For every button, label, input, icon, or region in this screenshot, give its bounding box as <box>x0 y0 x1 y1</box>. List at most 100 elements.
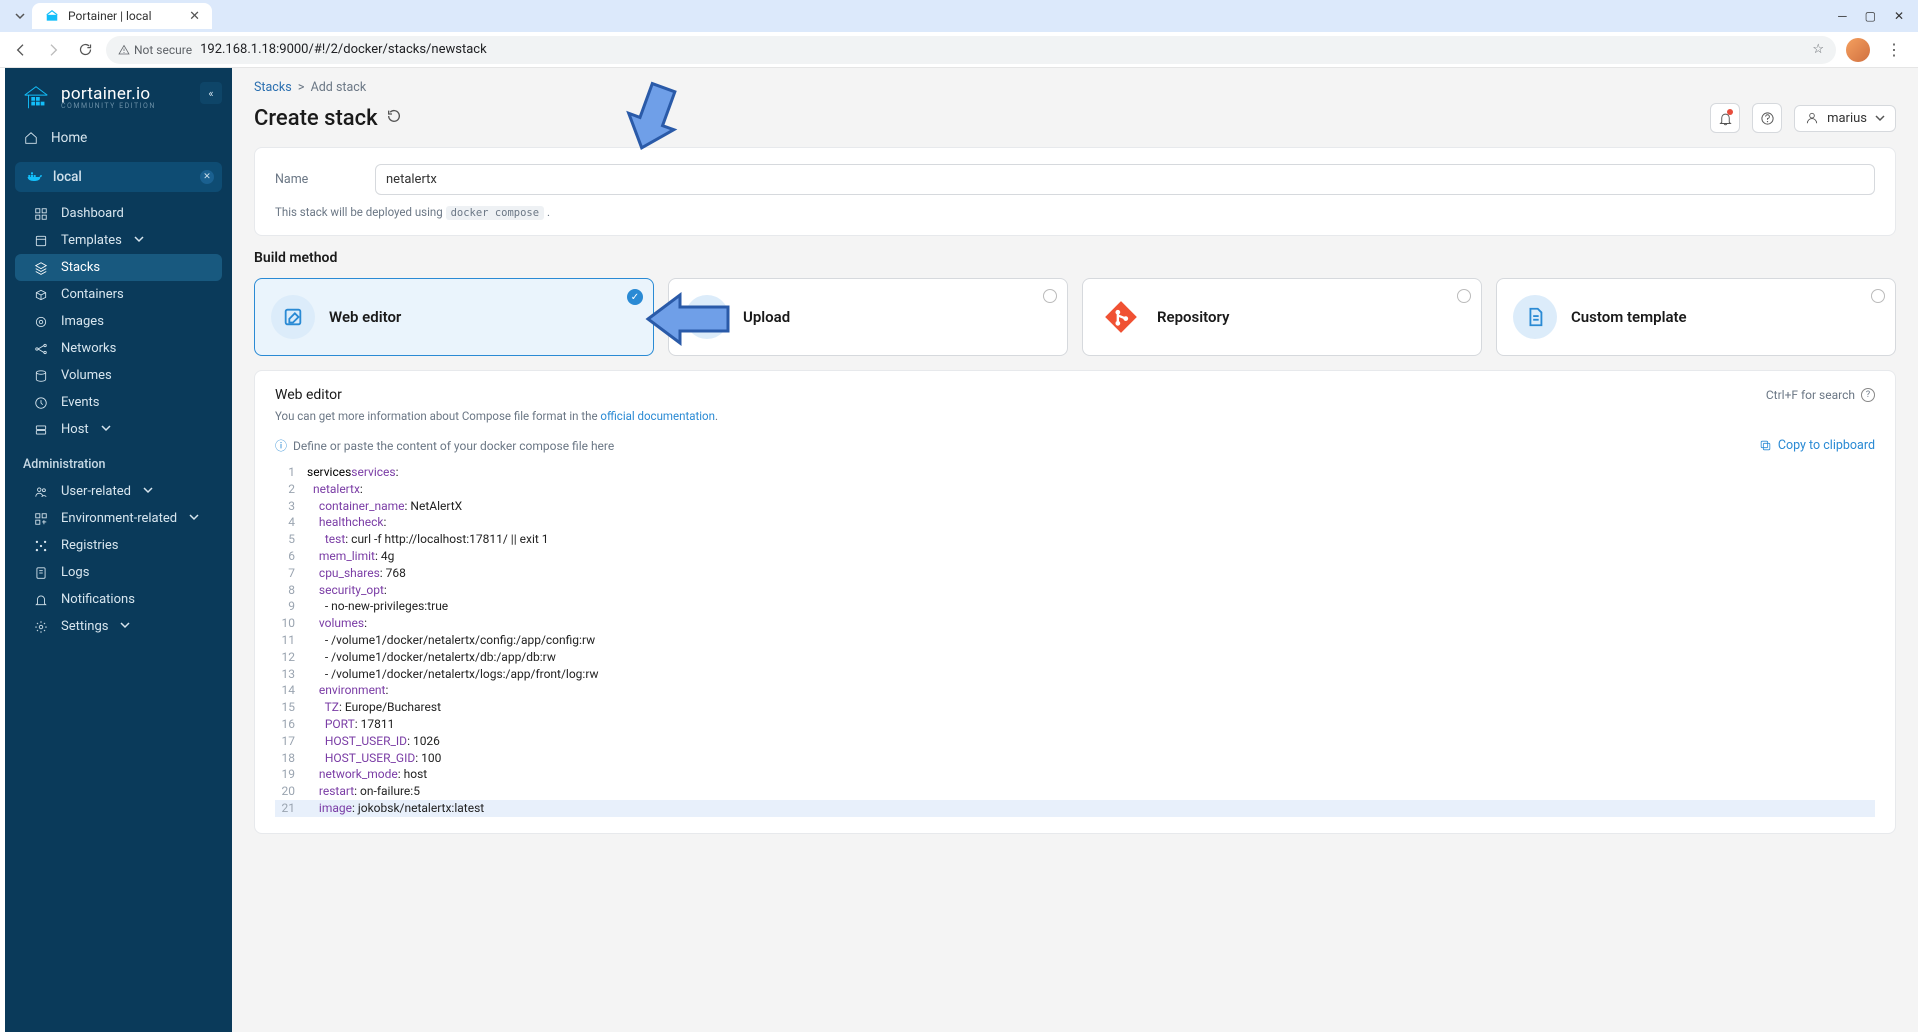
profile-avatar[interactable] <box>1846 38 1870 62</box>
sidebar-item-templates[interactable]: Templates <box>5 227 232 254</box>
code-line[interactable]: 11 - /volume1/docker/netalertx/config:/a… <box>275 632 1875 649</box>
reload-icon[interactable] <box>386 108 402 128</box>
copy-icon <box>1759 439 1772 452</box>
code-line[interactable]: 20 restart: on-failure:5 <box>275 783 1875 800</box>
tab-close-icon[interactable]: ✕ <box>189 9 200 24</box>
sidebar-item-registries[interactable]: Registries <box>5 532 232 559</box>
line-number: 6 <box>275 548 307 565</box>
code-text: healthcheck: <box>307 514 386 531</box>
build-card-web-editor[interactable]: Web editor✓ <box>254 278 654 356</box>
sidebar-item-containers[interactable]: Containers <box>5 281 232 308</box>
brand-logo[interactable]: portainer.io COMMUNITY EDITION <box>5 68 232 122</box>
code-line[interactable]: 16 PORT: 17811 <box>275 716 1875 733</box>
sidebar-item-host[interactable]: Host <box>5 416 232 443</box>
code-line[interactable]: 17 HOST_USER_ID: 1026 <box>275 733 1875 750</box>
sidebar-collapse-button[interactable]: « <box>200 82 222 104</box>
code-line[interactable]: 2 netalertx: <box>275 481 1875 498</box>
user-name: marius <box>1827 111 1867 126</box>
line-number: 2 <box>275 481 307 498</box>
chevron-down-icon <box>120 619 130 634</box>
line-number: 14 <box>275 682 307 699</box>
code-line[interactable]: 6 mem_limit: 4g <box>275 548 1875 565</box>
code-text: container_name: NetAlertX <box>307 498 462 515</box>
sidebar-item-label: User-related <box>61 484 131 499</box>
sidebar-environment[interactable]: local ✕ <box>15 162 222 192</box>
compose-editor[interactable]: 1servicesservices:2 netalertx:3 containe… <box>275 464 1875 817</box>
code-text: mem_limit: 4g <box>307 548 394 565</box>
line-number: 20 <box>275 783 307 800</box>
portainer-favicon-icon <box>44 8 60 24</box>
code-line[interactable]: 10 volumes: <box>275 615 1875 632</box>
line-number: 16 <box>275 716 307 733</box>
line-number: 7 <box>275 565 307 582</box>
window-close-icon[interactable]: ✕ <box>1894 9 1904 23</box>
code-line[interactable]: 14 environment: <box>275 682 1875 699</box>
nav-forward-button[interactable] <box>42 39 64 61</box>
tab-list-dropdown[interactable] <box>8 4 32 28</box>
code-line[interactable]: 18 HOST_USER_GID: 100 <box>275 750 1875 767</box>
gear-icon <box>33 620 49 634</box>
sidebar-item-networks[interactable]: Networks <box>5 335 232 362</box>
docs-link[interactable]: official documentation <box>600 409 715 423</box>
sidebar-item-label: Settings <box>61 619 108 634</box>
cont-icon <box>33 288 49 302</box>
vol-icon <box>33 369 49 383</box>
breadcrumb-parent[interactable]: Stacks <box>254 80 292 95</box>
window-maximize-icon[interactable]: ▢ <box>1865 9 1876 23</box>
security-badge[interactable]: Not secure <box>118 43 192 57</box>
window-minimize-icon[interactable]: ─ <box>1838 9 1847 23</box>
code-line[interactable]: 5 test: curl -f http://localhost:17811/ … <box>275 531 1875 548</box>
sidebar-item-images[interactable]: Images <box>5 308 232 335</box>
sidebar-item-stacks[interactable]: Stacks <box>15 254 222 281</box>
nav-back-button[interactable] <box>10 39 32 61</box>
code-text: servicesservices: <box>307 464 399 481</box>
sidebar-item-home[interactable]: Home <box>5 122 232 154</box>
code-line[interactable]: 19 network_mode: host <box>275 766 1875 783</box>
code-line[interactable]: 4 healthcheck: <box>275 514 1875 531</box>
nav-reload-button[interactable] <box>74 39 96 61</box>
sidebar-item-label: Environment-related <box>61 511 177 526</box>
code-line[interactable]: 15 TZ: Europe/Bucharest <box>275 699 1875 716</box>
card-label: Custom template <box>1571 308 1687 326</box>
browser-menu-icon[interactable]: ⋮ <box>1880 40 1908 59</box>
code-line[interactable]: 3 container_name: NetAlertX <box>275 498 1875 515</box>
sidebar-item-label: Stacks <box>61 260 100 275</box>
browser-tab[interactable]: Portainer | local ✕ <box>32 3 212 29</box>
sidebar-item-settings[interactable]: Settings <box>5 613 232 640</box>
upload-icon <box>685 295 729 339</box>
code-line[interactable]: 9 - no-new-privileges:true <box>275 598 1875 615</box>
address-field[interactable]: Not secure 192.168.1.18:9000/#!/2/docker… <box>106 36 1836 64</box>
url-text: 192.168.1.18:9000/#!/2/docker/stacks/new… <box>200 42 487 57</box>
sidebar-item-dashboard[interactable]: Dashboard <box>5 200 232 227</box>
help-button[interactable] <box>1752 103 1782 133</box>
build-card-custom-template[interactable]: Custom template <box>1496 278 1896 356</box>
sidebar-item-events[interactable]: Events <box>5 389 232 416</box>
notifications-button[interactable] <box>1710 103 1740 133</box>
code-line[interactable]: 8 security_opt: <box>275 582 1875 599</box>
code-text: - /volume1/docker/netalertx/config:/app/… <box>307 632 595 649</box>
code-line[interactable]: 7 cpu_shares: 768 <box>275 565 1875 582</box>
build-card-upload[interactable]: Upload <box>668 278 1068 356</box>
help-icon[interactable]: ? <box>1861 388 1875 402</box>
stack-name-input[interactable] <box>375 164 1875 195</box>
code-line[interactable]: 12 - /volume1/docker/netalertx/db:/app/d… <box>275 649 1875 666</box>
user-menu-button[interactable]: marius <box>1794 105 1896 132</box>
name-panel: Name This stack will be deployed using d… <box>254 147 1896 236</box>
code-line[interactable]: 21 image: jokobsk/netalertx:latest <box>275 800 1875 817</box>
bookmark-star-icon[interactable]: ☆ <box>1812 42 1824 57</box>
code-text: test: curl -f http://localhost:17811/ ||… <box>307 531 549 548</box>
code-text: - /volume1/docker/netalertx/db:/app/db:r… <box>307 649 556 666</box>
sidebar-item-volumes[interactable]: Volumes <box>5 362 232 389</box>
sidebar-item-logs[interactable]: Logs <box>5 559 232 586</box>
code-line[interactable]: 1servicesservices: <box>275 464 1875 481</box>
code-text: netalertx: <box>307 481 363 498</box>
copy-to-clipboard-button[interactable]: Copy to clipboard <box>1759 438 1875 453</box>
sidebar-item-notifications[interactable]: Notifications <box>5 586 232 613</box>
sidebar-item-environment-related[interactable]: Environment-related <box>5 505 232 532</box>
sidebar-item-user-related[interactable]: User-related <box>5 478 232 505</box>
net-icon <box>33 342 49 356</box>
code-line[interactable]: 13 - /volume1/docker/netalertx/logs:/app… <box>275 666 1875 683</box>
img-icon <box>33 315 49 329</box>
env-close-icon[interactable]: ✕ <box>200 170 214 184</box>
build-card-repository[interactable]: Repository <box>1082 278 1482 356</box>
